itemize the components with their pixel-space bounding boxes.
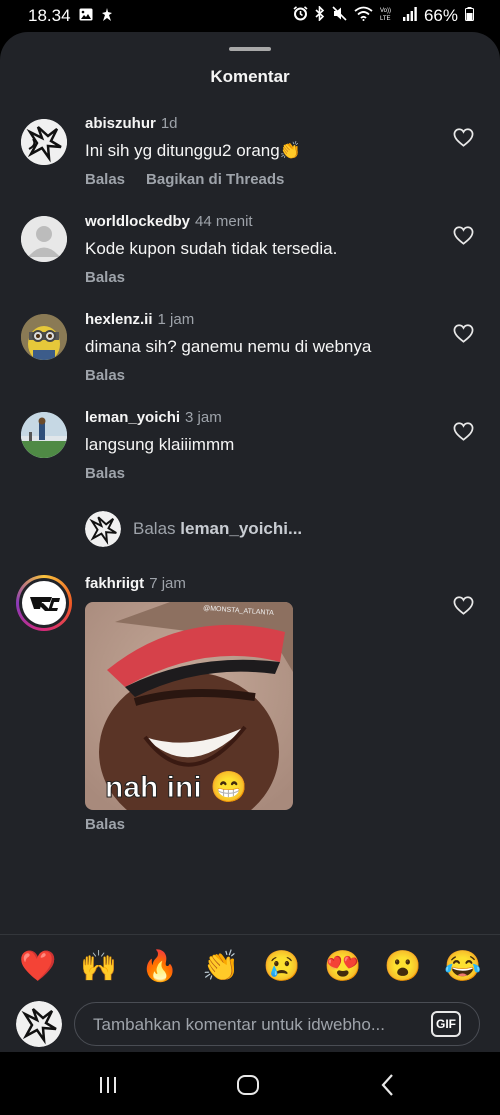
comment-username[interactable]: abiszuhur 1d — [85, 115, 178, 132]
gif-caption: nah ini 😁 — [105, 770, 247, 804]
comment-username[interactable]: fakhriigt 7 jam — [85, 575, 186, 592]
battery-percent: 66% — [423, 6, 458, 25]
gif-image[interactable]: @MONSTA_ATLANTA nah ini 😁 — [85, 602, 293, 810]
status-bar: 18.34 Vo)) LTE 66% — [0, 0, 500, 32]
reply-prompt[interactable]: Balas leman_yoichi... — [85, 511, 302, 547]
gif-button[interactable]: GIF — [431, 1011, 461, 1037]
avatar — [16, 1001, 62, 1047]
reaction-heart-eyes[interactable]: 😍 — [324, 949, 361, 985]
comment-actions: Balas — [85, 465, 125, 482]
status-left: 18.34 — [28, 6, 113, 26]
avatar[interactable] — [21, 412, 67, 458]
comment-input-placeholder: Tambahkan komentar untuk idwebho... — [93, 1015, 386, 1034]
battery-icon — [465, 6, 474, 26]
status-right: Vo)) LTE 66% — [293, 5, 474, 26]
reaction-fire[interactable]: 🔥 — [141, 949, 178, 985]
status-time: 18.34 — [28, 6, 71, 25]
avatar[interactable] — [21, 216, 67, 262]
avatar[interactable] — [21, 314, 67, 360]
alarm-icon — [293, 6, 308, 26]
heart-icon[interactable] — [453, 596, 474, 615]
heart-icon[interactable] — [453, 324, 474, 343]
reply-button[interactable]: Balas — [85, 465, 125, 482]
recents-icon[interactable] — [93, 1070, 123, 1100]
comment-actions: Balas — [85, 269, 125, 286]
clean-icon — [101, 7, 113, 25]
comment-actions: Balas — [85, 816, 125, 833]
comment-text: Kode kupon sudah tidak tersedia. — [85, 239, 338, 258]
avatar — [85, 511, 121, 547]
volte-icon: Vo)) LTE — [380, 6, 396, 26]
reaction-clap[interactable]: 👏 — [202, 949, 239, 985]
avatar[interactable] — [21, 119, 67, 165]
reply-prompt-text: Balas leman_yoichi... — [133, 519, 303, 538]
comment-username[interactable]: worldlockedby 44 menit — [85, 213, 253, 230]
comment-actions: Balas Bagikan di Threads — [85, 171, 284, 188]
mute-icon — [332, 6, 347, 26]
comment-time: 44 menit — [195, 213, 253, 230]
signal-icon — [402, 6, 417, 26]
sheet-drag-handle[interactable] — [229, 47, 271, 51]
reply-button[interactable]: Balas — [85, 269, 125, 286]
quick-reactions-bar: ❤️ 🙌 🔥 👏 😢 😍 😮 😂 — [0, 934, 500, 999]
reply-button[interactable]: Balas — [85, 171, 125, 188]
comment-username[interactable]: hexlenz.ii 1 jam — [85, 311, 194, 328]
comment-text: langsung klaiiimmm — [85, 435, 235, 454]
comment-username[interactable]: leman_yoichi 3 jam — [85, 409, 222, 426]
comment-actions: Balas — [85, 367, 125, 384]
back-icon[interactable] — [373, 1070, 403, 1100]
sheet-title: Komentar — [210, 67, 290, 86]
share-threads-button[interactable]: Bagikan di Threads — [146, 171, 284, 188]
wifi-icon — [354, 6, 373, 26]
home-icon[interactable] — [233, 1070, 263, 1100]
reply-button[interactable]: Balas — [85, 367, 125, 384]
comment-time: 1 jam — [157, 311, 195, 328]
reaction-raised-hands[interactable]: 🙌 — [80, 949, 117, 985]
gallery-icon — [79, 8, 93, 24]
reaction-surprised[interactable]: 😮 — [384, 949, 421, 985]
bluetooth-icon — [315, 5, 325, 26]
comment-text: dimana sih? ganemu nemu di webnya — [85, 337, 372, 356]
comment-time: 3 jam — [185, 409, 222, 426]
reaction-heart[interactable]: ❤️ — [19, 949, 56, 985]
reaction-crying[interactable]: 😢 — [263, 949, 300, 985]
comment-time: 1d — [160, 115, 178, 132]
svg-text:Vo)): Vo)) — [380, 8, 391, 14]
comment-time: 7 jam — [149, 575, 186, 592]
story-ring[interactable] — [16, 575, 72, 631]
heart-icon[interactable] — [453, 226, 474, 245]
reaction-laughing[interactable]: 😂 — [444, 949, 481, 985]
svg-text:LTE: LTE — [380, 16, 391, 21]
comment-text: Ini sih yg ditunggu2 orang👏 — [85, 141, 301, 160]
heart-icon[interactable] — [453, 128, 474, 147]
system-nav-bar — [0, 1052, 500, 1115]
comment-input[interactable]: Tambahkan komentar untuk idwebho... GIF — [74, 1002, 480, 1046]
comment-composer: Tambahkan komentar untuk idwebho... GIF — [0, 996, 500, 1052]
heart-icon[interactable] — [453, 422, 474, 441]
reply-button[interactable]: Balas — [85, 816, 125, 833]
reply-prompt-username: leman_yoichi... — [180, 519, 303, 538]
